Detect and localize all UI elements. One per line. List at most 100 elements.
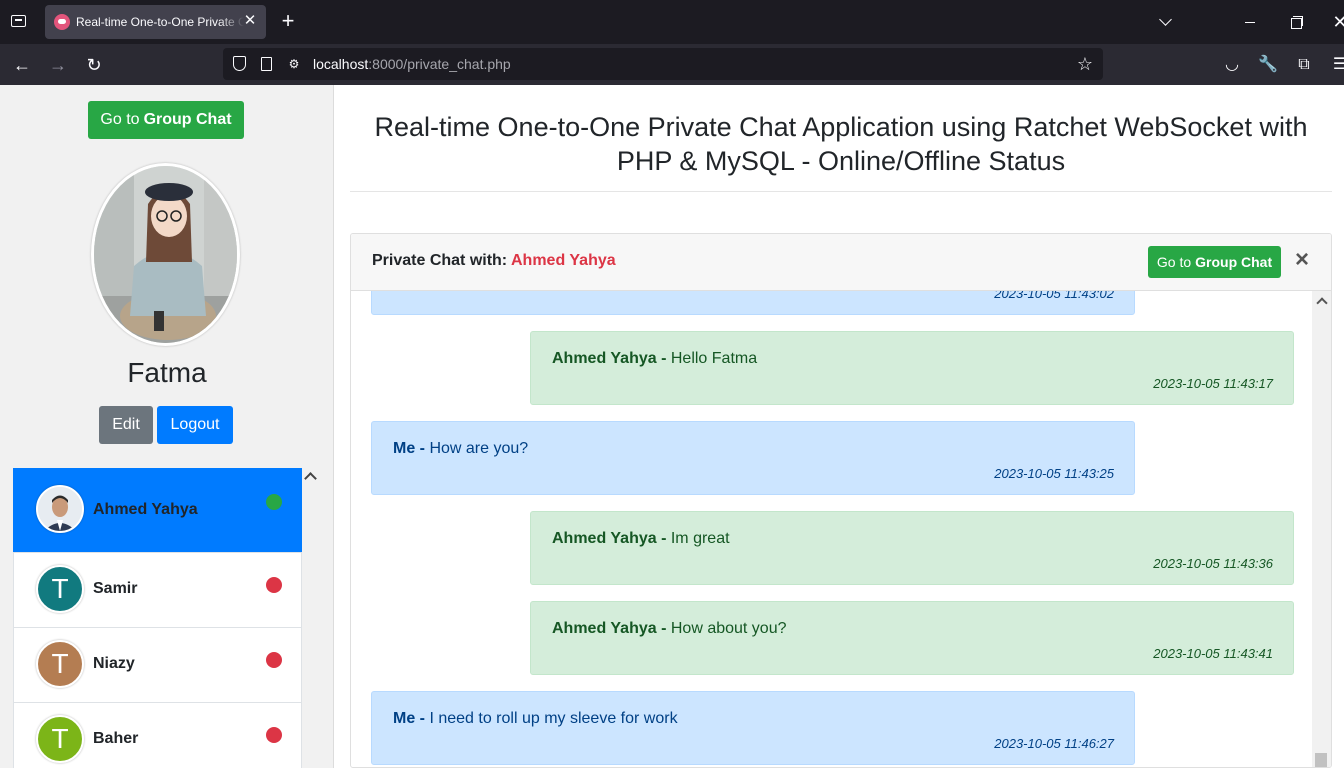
page-title-line-1: Real-time One-to-One Private Chat Applic… [374,112,1308,142]
message-time: 2023-10-05 11:43:02 [994,291,1114,301]
private-chat-card: Private Chat with: Ahmed Yahya Go to Gro… [350,233,1332,768]
message-area: 2023-10-05 11:43:02 Ahmed Yahya - Hello … [351,291,1331,767]
profile-avatar [91,163,240,346]
user-avatar: T [36,640,84,688]
chat-header-title: Private Chat with: Ahmed Yahya [372,252,616,270]
message-time: 2023-10-05 11:46:27 [994,736,1114,751]
avatar-initial: T [51,573,69,604]
offline-status-dot [266,577,282,593]
minimize-window-icon[interactable] [1238,10,1262,34]
forward-arrow-icon[interactable]: → [46,53,70,77]
title-divider [350,191,1332,192]
bookmark-star-icon[interactable]: ☆ [1073,52,1097,76]
browser-tab-active[interactable]: Real-time One-to-One Private Chat Applic… [45,5,266,39]
close-chat-icon[interactable]: × [1292,248,1312,272]
message-text: Ahmed Yahya - How about you? [552,620,787,637]
chat-message-me: Me - How are you? 2023-10-05 11:43:25 [371,421,1135,495]
permissions-icon[interactable]: ⚙ [284,54,304,74]
sidebar: Go to Group Chat Fatma Edit Logout Ahmed… [0,85,334,768]
wrench-icon[interactable]: 🔧 [1256,53,1280,77]
reload-icon[interactable]: ↻ [82,53,106,77]
user-avatar: T [36,715,84,763]
message-sender: Me [393,710,416,727]
chat-header-prefix: Private Chat with: [372,252,508,269]
user-name: Ahmed Yahya [93,501,198,518]
message-text: Ahmed Yahya - Im great [552,530,730,547]
message-sender: Ahmed Yahya [552,530,657,547]
group-chat-button-strong: Group Chat [143,111,232,128]
user-list-item[interactable]: T Samir [13,552,302,628]
go-to-group-chat-button[interactable]: Go to Group Chat [88,101,244,139]
new-tab-icon[interactable]: + [278,10,298,32]
user-name: Baher [93,730,139,747]
user-avatar: T [36,565,84,613]
message-scrollbar[interactable] [1312,291,1331,767]
user-name: Niazy [93,655,135,672]
message-body: How about you? [670,620,787,637]
chat-message-me: 2023-10-05 11:43:02 [371,291,1135,315]
message-sender: Ahmed Yahya [552,620,657,637]
message-body: I need to roll up my sleeve for work [429,710,678,727]
message-body: Im great [670,530,730,547]
browser-tab-bar: Real-time One-to-One Private Chat Applic… [0,0,1344,44]
offline-status-dot [266,652,282,668]
chat-favicon-icon [54,14,70,30]
page-title-line-2: PHP & MySQL - Online/Offline Status [616,146,1066,176]
header-go-to-group-chat-button[interactable]: Go to Group Chat [1148,246,1281,278]
logout-button[interactable]: Logout [157,406,233,444]
address-bar[interactable]: ⚙ localhost:8000/private_chat.php ☆ [223,48,1103,80]
tracking-shield-icon[interactable] [229,54,249,74]
offline-status-dot [266,727,282,743]
chat-partner-name: Ahmed Yahya [511,252,616,269]
message-sender: Ahmed Yahya [552,350,657,367]
user-name: Samir [93,580,138,597]
restore-window-icon[interactable] [1283,10,1307,34]
url-host: localhost [313,56,369,72]
group-chat-button-prefix: Go to [100,111,140,128]
message-time: 2023-10-05 11:43:17 [1153,376,1273,391]
edit-profile-button[interactable]: Edit [99,406,153,444]
page-info-icon[interactable] [256,54,276,74]
chat-message-me: Me - I need to roll up my sleeve for wor… [371,691,1135,765]
message-time: 2023-10-05 11:43:25 [994,466,1114,481]
tab-title: Real-time One-to-One Private Chat Applic… [76,15,244,29]
back-arrow-icon[interactable]: ← [10,53,34,77]
header-group-button-prefix: Go to [1156,254,1192,270]
user-list-item[interactable]: T Baher [13,702,302,768]
chat-header: Private Chat with: Ahmed Yahya Go to Gro… [351,234,1331,291]
user-list-item[interactable]: T Niazy [13,627,302,703]
user-list: Ahmed Yahya T Samir T Niazy T Baher [13,468,302,768]
user-photo-icon [38,487,82,531]
scroll-up-arrow-icon[interactable] [1316,295,1326,305]
scroll-thumb[interactable] [1315,753,1327,767]
url-text[interactable]: localhost:8000/private_chat.php [313,56,511,72]
browser-nav-bar: ← → ↻ ⚙ localhost:8000/private_chat.php … [0,44,1344,85]
pocket-icon[interactable]: ◡ [1220,53,1244,77]
online-status-dot [266,494,282,510]
page-content: Go to Group Chat Fatma Edit Logout Ahmed… [0,85,1344,768]
profile-user-name: Fatma [127,357,207,388]
message-time: 2023-10-05 11:43:41 [1153,646,1273,661]
url-path: :8000/private_chat.php [368,56,511,72]
message-text: Me - I need to roll up my sleeve for wor… [393,710,678,727]
chat-message-other: Ahmed Yahya - How about you? 2023-10-05 … [530,601,1294,675]
message-body: Hello Fatma [670,350,758,367]
header-group-button-strong: Group Chat [1195,254,1273,270]
chat-message-other: Ahmed Yahya - Im great 2023-10-05 11:43:… [530,511,1294,585]
extensions-puzzle-icon[interactable]: ⧉ [1292,53,1316,77]
message-text: Ahmed Yahya - Hello Fatma [552,350,758,367]
hamburger-menu-icon[interactable]: ☰ [1328,53,1344,77]
message-time: 2023-10-05 11:43:36 [1153,556,1273,571]
message-sender: Me [393,440,416,457]
message-text: Me - How are you? [393,440,529,457]
avatar-initial: T [51,648,69,679]
user-list-scroll-up-icon[interactable] [303,468,317,482]
user-list-item[interactable]: Ahmed Yahya [13,468,302,553]
close-tab-icon[interactable]: ✕ [242,13,258,29]
tab-overflow-chevron-icon[interactable] [1154,10,1178,34]
user-avatar [36,485,84,533]
list-all-tabs-icon[interactable] [8,11,28,31]
profile-avatar-illustration [94,166,237,343]
page-title: Real-time One-to-One Private Chat Applic… [350,110,1332,178]
close-window-icon[interactable]: ✕ [1328,10,1344,34]
